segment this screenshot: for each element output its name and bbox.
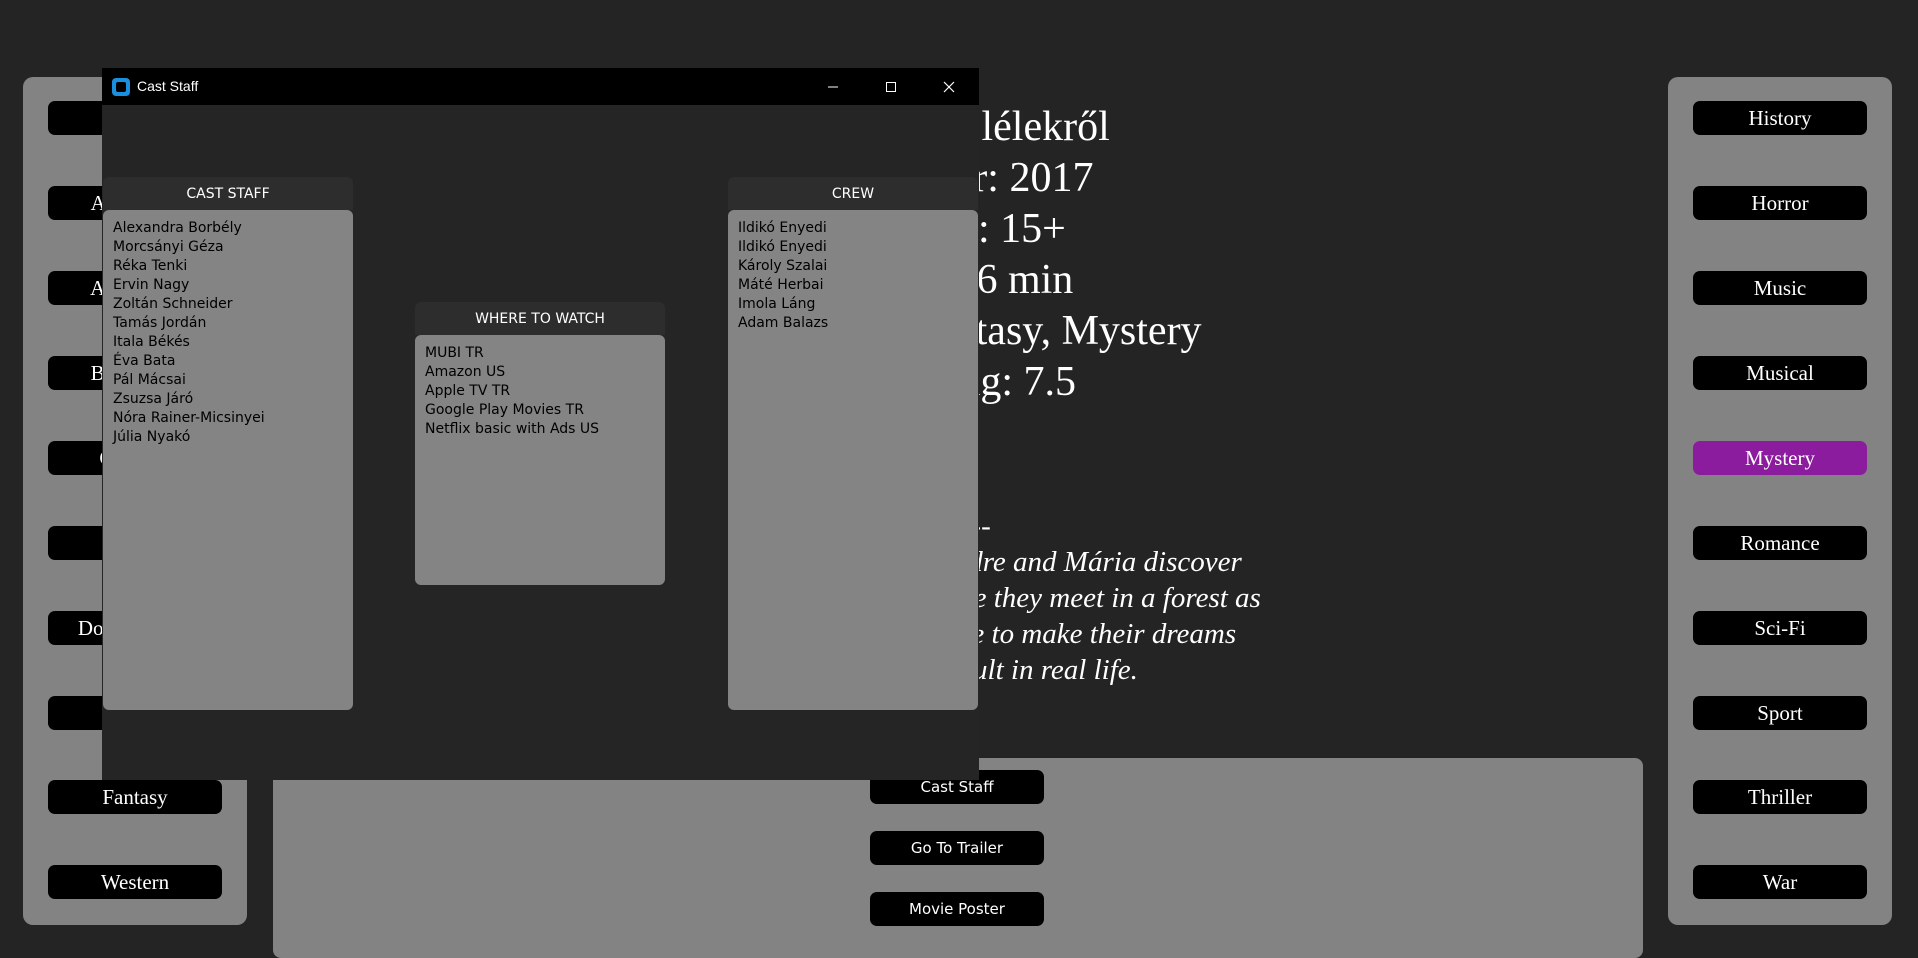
genre-button-sport[interactable]: Sport: [1693, 696, 1867, 730]
overview-line: here they meet in a forest as: [936, 582, 1261, 614]
where-to-watch-list[interactable]: MUBI TR Amazon US Apple TV TR Google Pla…: [415, 335, 665, 585]
list-item: Nóra Rainer-Micsinyei: [113, 410, 265, 426]
cast-list[interactable]: Alexandra Borbély Morcsányi Géza Réka Te…: [103, 210, 353, 710]
maximize-button[interactable]: [862, 68, 920, 105]
list-item: Zsuzsa Járó: [113, 391, 194, 407]
dialog-titlebar[interactable]: Cast Staff: [102, 68, 979, 105]
list-item: Amazon US: [425, 364, 506, 380]
genre-button-romance[interactable]: Romance: [1693, 526, 1867, 560]
genre-button-horror[interactable]: Horror: [1693, 186, 1867, 220]
overview-line: cide to make their dreams: [936, 618, 1237, 650]
list-item: Réka Tenki: [113, 258, 188, 274]
list-item: MUBI TR: [425, 345, 484, 361]
genre-button-war[interactable]: War: [1693, 865, 1867, 899]
list-item: Zoltán Schneider: [113, 296, 233, 312]
minimize-icon: [828, 86, 838, 87]
list-item: Károly Szalai: [738, 258, 828, 274]
list-item: Netflix basic with Ads US: [425, 421, 600, 437]
where-to-watch-header: WHERE TO WATCH: [415, 302, 665, 335]
crew-header: CREW: [728, 177, 978, 210]
list-item: Apple TV TR: [425, 383, 511, 399]
cast-staff-dialog: Cast Staff CAST STAFF Alexandra Borbély …: [102, 68, 979, 780]
list-item: Ervin Nagy: [113, 277, 190, 293]
minimize-button[interactable]: [804, 68, 862, 105]
maximize-icon: [886, 81, 896, 92]
list-item: Google Play Movies TR: [425, 402, 584, 418]
movie-poster-button[interactable]: Movie Poster: [870, 892, 1044, 926]
list-item: Imola Láng: [738, 296, 816, 312]
go-to-trailer-button[interactable]: Go To Trailer: [870, 831, 1044, 865]
cast-staff-header: CAST STAFF: [103, 177, 353, 210]
genre-button-musical[interactable]: Musical: [1693, 356, 1867, 390]
overview-line: Endre and Mária discover: [936, 546, 1242, 578]
list-item: Tamás Jordán: [113, 315, 207, 331]
list-item: Éva Bata: [113, 353, 176, 369]
genre-button-western[interactable]: Western: [48, 865, 222, 899]
list-item: Alexandra Borbély: [113, 220, 242, 236]
list-item: Pál Mácsai: [113, 372, 186, 388]
dialog-title: Cast Staff: [137, 78, 199, 94]
genre-button-fantasy[interactable]: Fantasy: [48, 780, 222, 814]
close-icon: [943, 81, 955, 92]
crew-list[interactable]: Ildikó Enyedi Ildikó Enyedi Károly Szala…: [728, 210, 978, 710]
list-item: Júlia Nyakó: [113, 429, 191, 445]
genre-button-history[interactable]: History: [1693, 101, 1867, 135]
list-item: Ildikó Enyedi: [738, 239, 827, 255]
genre-button-mystery[interactable]: Mystery: [1693, 441, 1867, 475]
list-item: Morcsányi Géza: [113, 239, 224, 255]
genre-button-music[interactable]: Music: [1693, 271, 1867, 305]
list-item: Máté Herbai: [738, 277, 824, 293]
list-item: Itala Békés: [113, 334, 190, 350]
genre-button-thriller[interactable]: Thriller: [1693, 780, 1867, 814]
list-item: Adam Balazs: [738, 315, 829, 331]
list-item: Ildikó Enyedi: [738, 220, 827, 236]
genre-button-sci-fi[interactable]: Sci-Fi: [1693, 611, 1867, 645]
close-button[interactable]: [920, 68, 978, 105]
app-icon: [112, 78, 130, 96]
